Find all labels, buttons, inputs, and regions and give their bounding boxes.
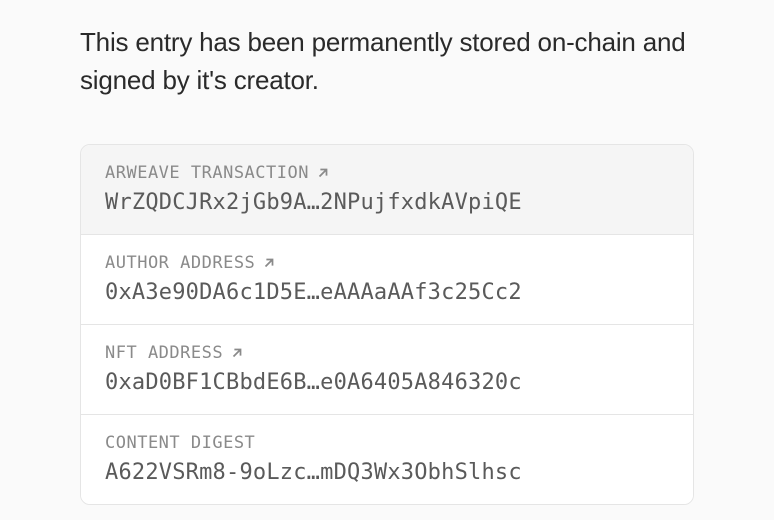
arweave-transaction-value: WrZQDCJRx2jGb9A…2NPujfxdkAVpiQE [105,190,669,215]
arweave-transaction-row[interactable]: ARWEAVE TRANSACTION WrZQDCJRx2jGb9A…2NPu… [81,145,693,235]
external-link-icon [230,346,244,360]
content-digest-value: A622VSRm8-9oLzc…mDQ3Wx3ObhSlhsc [105,460,669,485]
nft-address-value: 0xaD0BF1CBbdE6B…e0A6405A846320c [105,370,669,395]
label-text: NFT ADDRESS [105,343,223,363]
label-text: CONTENT DIGEST [105,433,255,453]
author-address-value: 0xA3e90DA6c1D5E…eAAAaAAf3c25Cc2 [105,280,669,305]
external-link-icon [262,256,276,270]
arweave-transaction-label: ARWEAVE TRANSACTION [105,163,669,183]
nft-address-label: NFT ADDRESS [105,343,669,363]
author-address-row[interactable]: AUTHOR ADDRESS 0xA3e90DA6c1D5E…eAAAaAAf3… [81,235,693,325]
entry-description: This entry has been permanently stored o… [80,24,694,99]
nft-address-row[interactable]: NFT ADDRESS 0xaD0BF1CBbdE6B…e0A6405A8463… [81,325,693,415]
author-address-label: AUTHOR ADDRESS [105,253,669,273]
blockchain-info-card: ARWEAVE TRANSACTION WrZQDCJRx2jGb9A…2NPu… [80,144,694,505]
label-text: ARWEAVE TRANSACTION [105,163,309,183]
label-text: AUTHOR ADDRESS [105,253,255,273]
content-digest-label: CONTENT DIGEST [105,433,669,453]
content-digest-row: CONTENT DIGEST A622VSRm8-9oLzc…mDQ3Wx3Ob… [81,415,693,504]
external-link-icon [316,166,330,180]
